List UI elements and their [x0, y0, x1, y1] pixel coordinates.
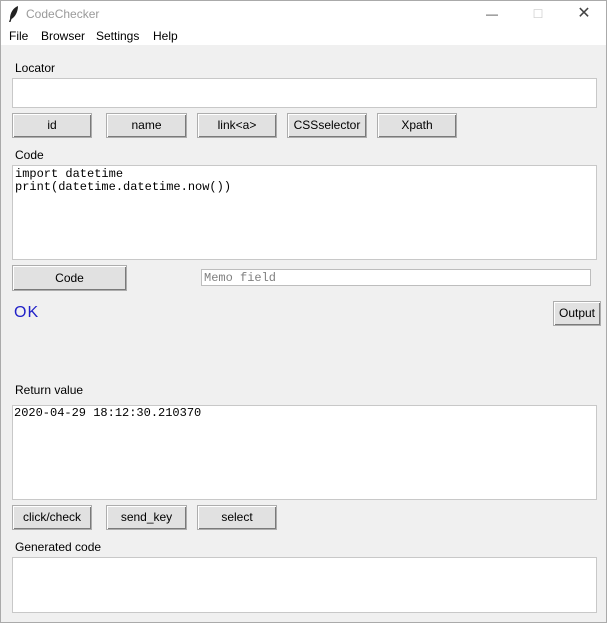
code-label: Code [15, 148, 44, 162]
app-window: CodeChecker — ☐ ✕ File Browser Settings … [0, 0, 607, 623]
memo-placeholder: Memo field [204, 271, 277, 285]
select-button[interactable]: select [197, 505, 277, 530]
send-key-button[interactable]: send_key [106, 505, 187, 530]
output-button[interactable]: Output [553, 301, 601, 326]
title-bar: CodeChecker — ☐ ✕ [1, 1, 606, 27]
minimize-button[interactable]: — [469, 1, 515, 27]
status-text: OK [14, 304, 40, 321]
maximize-icon: ☐ [532, 7, 544, 21]
close-button[interactable]: ✕ [561, 1, 606, 27]
code-line: print(datetime.datetime.now()) [15, 180, 232, 194]
memo-field[interactable]: Memo field [201, 269, 591, 286]
menu-settings[interactable]: Settings [96, 29, 139, 43]
window-title: CodeChecker [26, 7, 100, 21]
generated-code-textarea[interactable] [12, 557, 597, 613]
click-check-button[interactable]: click/check [12, 505, 92, 530]
id-button[interactable]: id [12, 113, 92, 138]
xpath-button[interactable]: Xpath [377, 113, 457, 138]
link-button[interactable]: link<a> [197, 113, 277, 138]
menu-file[interactable]: File [9, 29, 28, 43]
code-textarea[interactable]: import datetime print(datetime.datetime.… [12, 165, 597, 260]
menu-browser[interactable]: Browser [41, 29, 85, 43]
menu-bar: File Browser Settings Help [1, 27, 606, 45]
code-run-button[interactable]: Code [12, 265, 127, 291]
maximize-button[interactable]: ☐ [515, 1, 561, 27]
return-value-text: 2020-04-29 18:12:30.210370 [14, 406, 202, 420]
feather-icon [9, 6, 18, 22]
return-value-textarea[interactable]: 2020-04-29 18:12:30.210370 [12, 405, 597, 500]
name-button[interactable]: name [106, 113, 187, 138]
cssselector-button[interactable]: CSSselector [287, 113, 367, 138]
return-value-label: Return value [15, 383, 84, 397]
minimize-icon: — [486, 7, 498, 21]
generated-code-label: Generated code [15, 540, 102, 554]
locator-input[interactable] [12, 78, 597, 108]
close-icon: ✕ [577, 5, 591, 22]
locator-label: Locator [15, 61, 56, 75]
menu-help[interactable]: Help [153, 29, 178, 43]
